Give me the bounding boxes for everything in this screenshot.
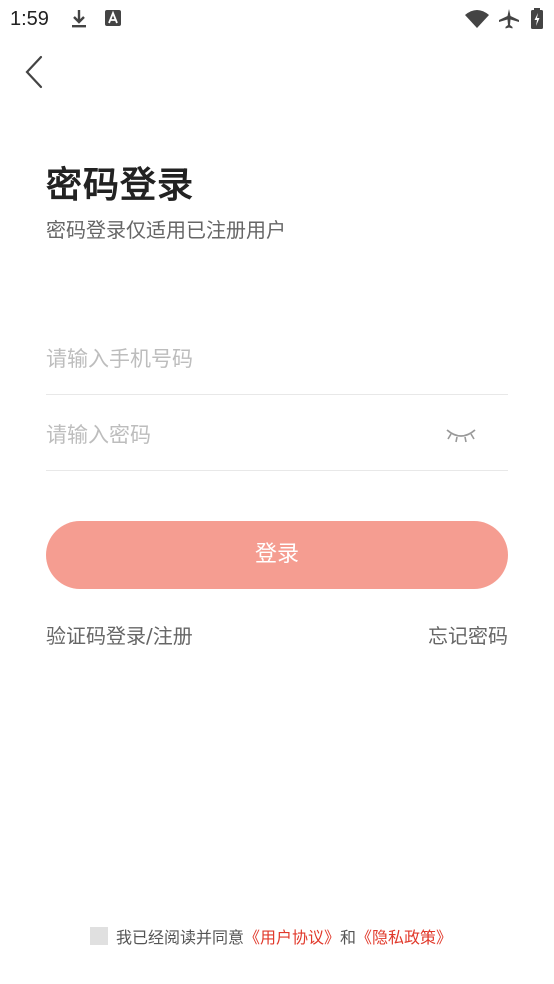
phone-field bbox=[46, 324, 508, 395]
download-icon bbox=[72, 10, 86, 28]
battery-icon bbox=[531, 8, 543, 29]
password-input[interactable] bbox=[46, 418, 436, 452]
login-button[interactable]: 登录 bbox=[46, 521, 508, 589]
page-subtitle: 密码登录仅适用已注册用户 bbox=[46, 218, 286, 242]
password-field bbox=[46, 400, 508, 471]
font-icon bbox=[105, 10, 121, 26]
user-agreement-link[interactable]: 《用户协议》 bbox=[244, 928, 340, 947]
status-time: 1:59 bbox=[10, 8, 49, 30]
agreement-text: 我已经阅读并同意《用户协议》和《隐私政策》 bbox=[116, 924, 452, 948]
airplane-icon bbox=[499, 9, 519, 29]
sms-login-link[interactable]: 验证码登录/注册 bbox=[46, 620, 193, 649]
eye-closed-icon[interactable] bbox=[444, 422, 478, 446]
agreement-and: 和 bbox=[340, 928, 357, 947]
phone-input[interactable] bbox=[46, 342, 436, 376]
agreement-prefix: 我已经阅读并同意 bbox=[116, 928, 245, 947]
back-icon[interactable] bbox=[22, 54, 50, 90]
agreement-checkbox[interactable] bbox=[90, 927, 108, 945]
wifi-icon bbox=[465, 10, 489, 28]
forgot-password-link[interactable]: 忘记密码 bbox=[428, 620, 508, 649]
status-bar: 1:59 bbox=[0, 0, 554, 40]
privacy-policy-link[interactable]: 《隐私政策》 bbox=[356, 928, 452, 947]
page-title: 密码登录 bbox=[46, 165, 195, 206]
